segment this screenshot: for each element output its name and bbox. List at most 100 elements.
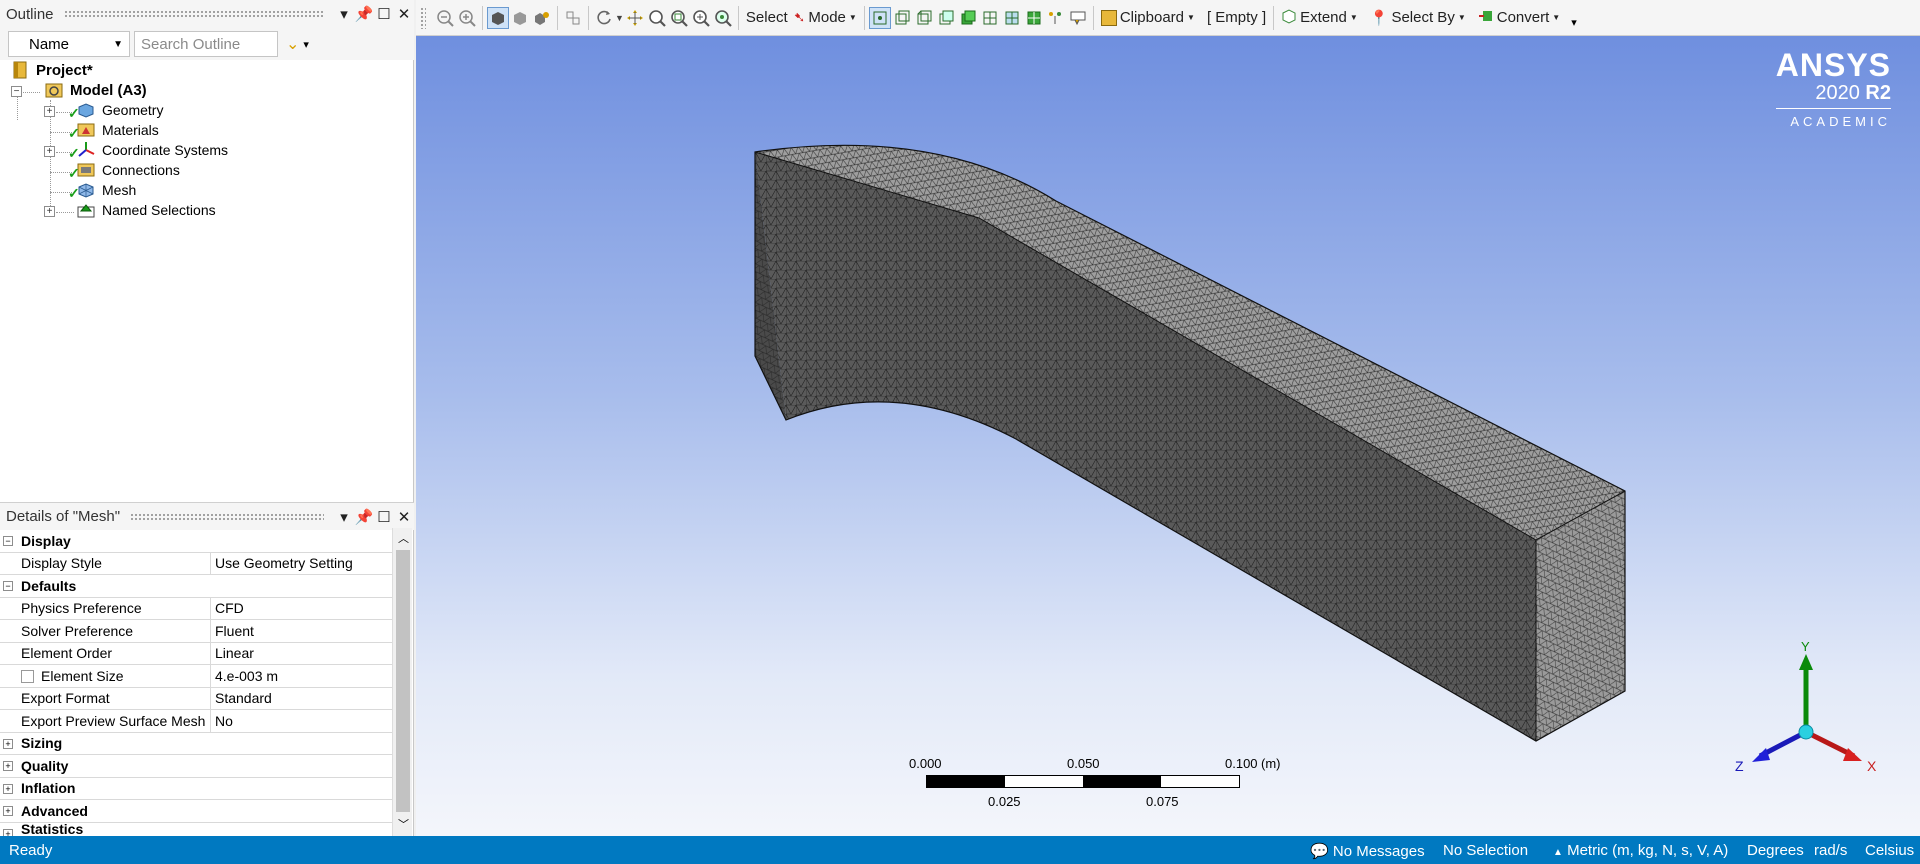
detail-row[interactable]: Export Format Standard bbox=[0, 687, 392, 710]
zoom-to-fit-icon[interactable] bbox=[690, 7, 712, 29]
detail-key: Display Style bbox=[0, 552, 211, 574]
detail-value[interactable]: Use Geometry Setting bbox=[211, 555, 353, 571]
scroll-up-icon[interactable]: ︿ bbox=[398, 530, 409, 546]
tree-item-materials[interactable]: ✓ Materials bbox=[68, 120, 159, 141]
detail-row[interactable]: Export Preview Surface Mesh No bbox=[0, 710, 392, 733]
group-inflation[interactable]: + Inflation bbox=[0, 778, 392, 800]
detail-row[interactable]: Physics Preference CFD bbox=[0, 597, 392, 620]
expand-icon[interactable]: + bbox=[3, 783, 13, 794]
rotate-dropdown-icon[interactable]: ▼ bbox=[615, 13, 624, 23]
detail-value[interactable]: Fluent bbox=[211, 623, 254, 639]
select-body-icon[interactable] bbox=[935, 7, 957, 29]
select-mesh-element-icon[interactable] bbox=[1023, 7, 1045, 29]
select-element-icon[interactable] bbox=[957, 7, 979, 29]
group-statistics[interactable]: + Statistics bbox=[0, 823, 392, 837]
temperature-units[interactable]: Celsius bbox=[1865, 842, 1914, 859]
graphics-viewport[interactable]: ANSYS 2020 R2 ACADEMIC 0.000 0.050 0.100… bbox=[416, 36, 1920, 836]
expand-icon[interactable]: + bbox=[44, 106, 55, 117]
select-mesh-node-icon[interactable] bbox=[979, 7, 1001, 29]
pan-icon[interactable] bbox=[624, 7, 646, 29]
detail-row[interactable]: Display Style Use Geometry Setting bbox=[0, 552, 392, 575]
messages-indicator[interactable]: 💬 No Messages bbox=[1310, 842, 1425, 860]
overflow-icon[interactable]: ▾ bbox=[303, 38, 309, 51]
wireframe-body-icon[interactable] bbox=[509, 7, 531, 29]
detail-value[interactable]: CFD bbox=[211, 600, 244, 616]
axis-triad[interactable] bbox=[1726, 636, 1866, 766]
select-mesh-face-icon[interactable] bbox=[1001, 7, 1023, 29]
detail-value[interactable]: Standard bbox=[211, 690, 272, 706]
detail-value[interactable]: Linear bbox=[211, 645, 254, 661]
outline-search-input[interactable]: Search Outline bbox=[134, 31, 278, 57]
units-indicator[interactable]: ▲ Metric (m, kg, N, s, V, A) bbox=[1553, 842, 1728, 859]
group-advanced[interactable]: + Advanced bbox=[0, 800, 392, 823]
element-size-checkbox[interactable] bbox=[21, 670, 34, 683]
select-button[interactable]: Select bbox=[743, 5, 791, 31]
zoom-icon[interactable] bbox=[646, 7, 668, 29]
details-scrollbar[interactable]: ︿ ﹀ bbox=[392, 528, 412, 836]
details-grip[interactable] bbox=[130, 512, 324, 521]
tree-item-connections[interactable]: ✓ Connections bbox=[68, 160, 180, 181]
tree-item-mesh[interactable]: ✓ Mesh bbox=[68, 180, 136, 201]
multi-body-icon[interactable] bbox=[531, 7, 553, 29]
details-maximize-icon[interactable]: ☐ bbox=[374, 508, 394, 526]
toolbar-overflow-icon[interactable]: ▾ bbox=[1571, 16, 1577, 29]
details-close-icon[interactable]: ✕ bbox=[394, 508, 414, 526]
scale-label: 0.100 bbox=[1225, 756, 1258, 771]
collapse-icon[interactable]: − bbox=[3, 536, 13, 546]
expand-icon[interactable]: + bbox=[3, 806, 13, 816]
box-select-icon[interactable] bbox=[562, 7, 584, 29]
magnifier-icon[interactable] bbox=[712, 7, 734, 29]
detail-row[interactable]: Element Size 4.e-003 m bbox=[0, 665, 392, 688]
search-options-icon[interactable]: ⌄ bbox=[286, 34, 299, 54]
select-face-icon[interactable] bbox=[913, 7, 935, 29]
extend-button[interactable]: Extend ▼ bbox=[1278, 5, 1361, 31]
tree-item-geometry[interactable]: ✓ Geometry bbox=[68, 100, 163, 121]
expand-icon[interactable]: + bbox=[3, 761, 13, 771]
group-quality[interactable]: + Quality bbox=[0, 755, 392, 778]
clipboard-button[interactable]: Clipboard ▼ bbox=[1098, 5, 1198, 31]
expand-icon[interactable]: + bbox=[44, 146, 55, 157]
select-by-button[interactable]: 📍 Select By ▼ bbox=[1367, 5, 1469, 31]
convert-button[interactable]: Convert ▼ bbox=[1475, 5, 1563, 31]
annotation-icon[interactable] bbox=[1067, 7, 1089, 29]
tree-item-coordinate-systems[interactable]: ✓ Coordinate Systems bbox=[68, 140, 228, 161]
group-sizing[interactable]: + Sizing bbox=[0, 733, 392, 755]
outline-close-icon[interactable]: ✕ bbox=[394, 5, 414, 23]
outline-dropdown-icon[interactable]: ▾ bbox=[334, 5, 354, 23]
detail-value[interactable]: No bbox=[211, 713, 233, 729]
detail-row[interactable]: Element Order Linear bbox=[0, 642, 392, 665]
expand-icon[interactable]: + bbox=[3, 738, 13, 749]
expand-icon[interactable]: + bbox=[44, 206, 55, 217]
select-edge-icon[interactable] bbox=[891, 7, 913, 29]
collapse-icon[interactable]: − bbox=[3, 581, 13, 591]
angular-velocity-units[interactable]: rad/s bbox=[1814, 842, 1847, 859]
mesh-model[interactable] bbox=[416, 36, 1920, 836]
box-zoom-icon[interactable] bbox=[668, 7, 690, 29]
zoom-in-icon[interactable] bbox=[456, 7, 478, 29]
tree-item-model[interactable]: Model (A3) bbox=[44, 80, 147, 100]
outline-filter-select[interactable]: Name ▼ bbox=[8, 31, 130, 57]
tree-item-project[interactable]: Project* bbox=[10, 60, 93, 80]
outline-grip[interactable] bbox=[63, 10, 324, 18]
mode-button[interactable]: ➷ Mode ▼ bbox=[791, 5, 860, 31]
detail-row[interactable]: Solver Preference Fluent bbox=[0, 620, 392, 643]
rotate-icon[interactable] bbox=[593, 7, 615, 29]
outline-header: Outline ▾ 📌 ☐ ✕ bbox=[0, 0, 414, 28]
details-pin-icon[interactable]: 📌 bbox=[354, 508, 374, 526]
select-vertex-icon[interactable] bbox=[868, 6, 891, 29]
shaded-body-icon[interactable] bbox=[487, 6, 509, 29]
details-dropdown-icon[interactable]: ▾ bbox=[334, 508, 354, 526]
scrollbar-thumb[interactable] bbox=[396, 550, 410, 812]
group-display[interactable]: − Display bbox=[0, 530, 392, 553]
zoom-out-icon[interactable] bbox=[434, 7, 456, 29]
toolbar-grip[interactable] bbox=[420, 6, 426, 29]
group-defaults[interactable]: − Defaults bbox=[0, 575, 392, 598]
angle-units[interactable]: Degrees bbox=[1747, 842, 1804, 859]
select-points-icon[interactable] bbox=[1045, 7, 1067, 29]
outline-pin-icon[interactable]: 📌 bbox=[354, 5, 374, 23]
detail-value[interactable]: 4.e-003 m bbox=[211, 668, 278, 684]
collapse-icon[interactable]: − bbox=[11, 86, 22, 97]
tree-item-named-selections[interactable]: Named Selections bbox=[76, 200, 216, 220]
outline-maximize-icon[interactable]: ☐ bbox=[374, 5, 394, 23]
scroll-down-icon[interactable]: ﹀ bbox=[398, 816, 409, 832]
